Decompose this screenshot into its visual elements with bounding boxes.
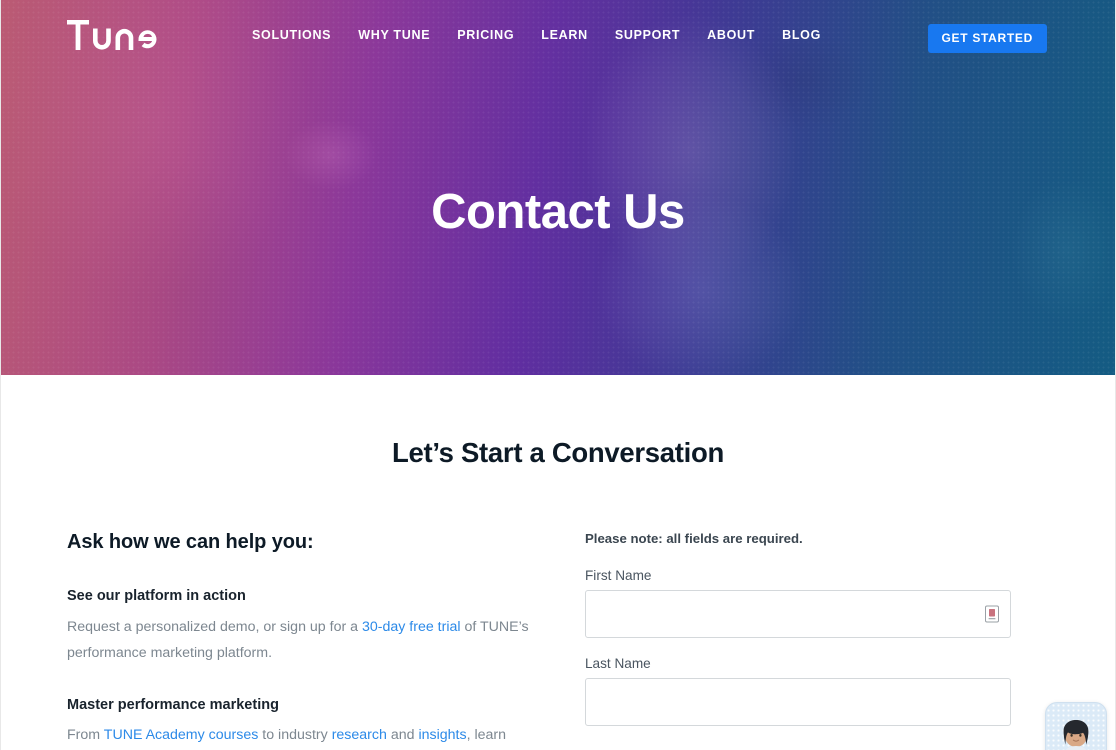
first-name-input[interactable] xyxy=(585,590,1011,638)
left-column-heading: Ask how we can help you: xyxy=(67,531,314,553)
nav-link-blog[interactable]: BLOG xyxy=(782,28,821,42)
autofill-contact-icon[interactable] xyxy=(985,605,999,623)
main-navigation: SOLUTIONS WHY TUNE PRICING LEARN SUPPORT… xyxy=(1,0,1115,70)
inline-link[interactable]: TUNE Academy courses xyxy=(104,727,259,743)
last-name-input-wrap xyxy=(585,678,1011,726)
main-content: Let’s Start a Conversation Ask how we ca… xyxy=(1,375,1115,750)
last-name-label: Last Name xyxy=(585,656,651,671)
topic-title: Master performance marketing xyxy=(67,696,279,713)
chat-agent-avatar-icon xyxy=(1063,720,1089,750)
topic-academy: Master performance marketing From TUNE A… xyxy=(67,695,537,749)
hero-title: Contact Us xyxy=(431,185,685,239)
first-name-group: First Name xyxy=(585,568,1011,638)
first-name-label: First Name xyxy=(585,568,652,583)
inline-link[interactable]: research xyxy=(332,727,387,743)
tune-logo[interactable] xyxy=(67,20,167,50)
nav-link-solutions[interactable]: SOLUTIONS xyxy=(252,28,331,42)
page-root: SOLUTIONS WHY TUNE PRICING LEARN SUPPORT… xyxy=(0,0,1116,750)
chat-widget-button[interactable] xyxy=(1045,702,1107,750)
nav-link-about[interactable]: ABOUT xyxy=(707,28,755,42)
nav-link-learn[interactable]: LEARN xyxy=(541,28,588,42)
topic-demo: See our platform in action Request a per… xyxy=(67,586,537,667)
left-column: Ask how we can help you: See our platfor… xyxy=(67,531,537,750)
get-started-button[interactable]: GET STARTED xyxy=(927,24,1047,53)
inline-link[interactable]: insights xyxy=(418,727,466,743)
content-columns: Ask how we can help you: See our platfor… xyxy=(1,531,1115,750)
first-name-input-wrap xyxy=(585,590,1011,638)
nav-link-support[interactable]: SUPPORT xyxy=(615,28,680,42)
contact-form: Please note: all fields are required. Fi… xyxy=(585,531,1011,750)
page-title: Let’s Start a Conversation xyxy=(392,437,724,468)
topic-title: See our platform in action xyxy=(67,588,246,604)
form-required-note: Please note: all fields are required. xyxy=(585,531,803,546)
last-name-input[interactable] xyxy=(585,678,1011,726)
nav-links-list: SOLUTIONS WHY TUNE PRICING LEARN SUPPORT… xyxy=(252,28,821,42)
last-name-group: Last Name xyxy=(585,656,1011,726)
topic-body: From TUNE Academy courses to industry re… xyxy=(67,727,506,744)
nav-link-why-tune[interactable]: WHY TUNE xyxy=(358,28,430,42)
topic-body: Request a personalized demo, or sign up … xyxy=(67,618,529,662)
hero-banner: SOLUTIONS WHY TUNE PRICING LEARN SUPPORT… xyxy=(1,0,1115,375)
nav-link-pricing[interactable]: PRICING xyxy=(457,28,514,42)
inline-link[interactable]: 30-day free trial xyxy=(362,619,461,635)
